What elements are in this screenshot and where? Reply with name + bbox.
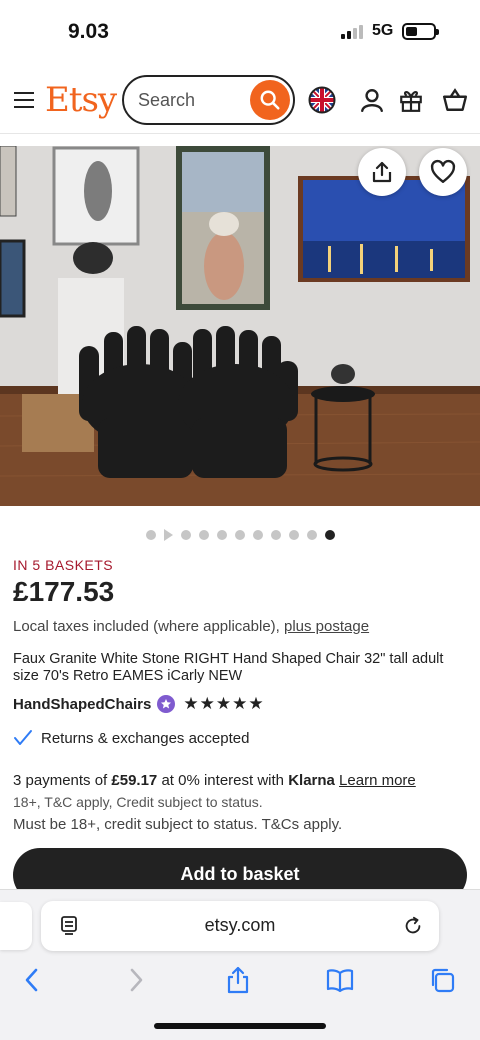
tabs-button[interactable]: [426, 964, 458, 996]
search-bar: [122, 75, 295, 125]
forward-button[interactable]: [120, 964, 152, 996]
url-text: etsy.com: [204, 915, 276, 935]
carousel-video-dot[interactable]: [163, 529, 173, 541]
carousel-dot[interactable]: [216, 530, 227, 540]
listing-title: Faux Granite White Stone RIGHT Hand Shap…: [13, 651, 444, 684]
back-button[interactable]: [16, 964, 48, 996]
bookmarks-button[interactable]: [324, 964, 356, 996]
favorite-button[interactable]: [419, 148, 467, 196]
product-image[interactable]: [0, 146, 480, 506]
safari-toolbar: etsy.com: [0, 889, 480, 1040]
book-icon: [326, 969, 354, 993]
share-button[interactable]: [358, 148, 406, 196]
status-bar: 9.03 5G: [0, 0, 480, 62]
search-icon: [260, 90, 280, 110]
region-button[interactable]: [308, 86, 336, 114]
klarna-amount: £59.17: [111, 772, 158, 789]
klarna-learn-more-link[interactable]: Learn more: [339, 772, 416, 789]
search-button[interactable]: [250, 80, 290, 120]
gift-button[interactable]: [397, 86, 425, 114]
rating-stars[interactable]: ★★★★★: [183, 694, 264, 714]
returns-text: Returns & exchanges accepted: [41, 729, 250, 747]
price: £177.53: [13, 576, 115, 607]
tabs-icon: [431, 968, 455, 993]
etsy-header: Etsy: [0, 62, 480, 134]
age-note: Must be 18+, credit subject to status. T…: [13, 816, 343, 833]
status-time: 9.03: [68, 20, 109, 43]
signal-icon: [341, 25, 365, 39]
gift-icon: [400, 91, 422, 112]
share-icon: [372, 161, 392, 183]
user-icon: [361, 89, 383, 113]
search-input[interactable]: [138, 87, 248, 113]
klarna-mid: at 0% interest with: [161, 772, 285, 789]
address-bar[interactable]: etsy.com: [41, 901, 439, 951]
carousel-dot[interactable]: [324, 530, 335, 540]
tax-note: Local taxes included (where applicable),…: [13, 618, 369, 635]
carousel-dot[interactable]: [180, 530, 191, 540]
klarna-prefix: 3 payments of: [13, 772, 108, 789]
postage-link[interactable]: plus postage: [284, 618, 369, 635]
star-seller-icon: [157, 695, 176, 713]
check-icon: [14, 730, 32, 745]
carousel-dots: [0, 529, 480, 541]
shop-info: HandShapedChairs ★★★★★: [13, 694, 265, 714]
share-icon: [227, 966, 249, 994]
shop-name-link[interactable]: HandShapedChairs: [13, 696, 151, 713]
klarna-terms: 18+, T&C apply, Credit subject to status…: [13, 794, 263, 810]
uk-flag-icon: [308, 86, 336, 114]
klarna-logo: Klarna: [288, 772, 335, 789]
carousel-dot[interactable]: [145, 530, 156, 540]
tax-text: Local taxes included (where applicable),: [13, 618, 280, 635]
previous-tab-preview[interactable]: [0, 902, 32, 950]
etsy-logo[interactable]: Etsy: [45, 80, 117, 120]
share-page-button[interactable]: [222, 964, 254, 996]
klarna-offer: 3 payments of £59.17 at 0% interest with…: [13, 772, 416, 789]
home-indicator: [154, 1023, 326, 1029]
battery-icon: [402, 23, 439, 40]
basket-button[interactable]: [441, 86, 469, 114]
menu-icon[interactable]: [14, 92, 34, 108]
carousel-dot[interactable]: [234, 530, 245, 540]
back-icon: [25, 968, 38, 992]
forward-icon: [130, 968, 143, 992]
carousel-dot[interactable]: [270, 530, 281, 540]
basket-icon: [442, 88, 468, 111]
carousel-dot[interactable]: [306, 530, 317, 540]
carousel-dot[interactable]: [198, 530, 209, 540]
returns-policy: Returns & exchanges accepted: [13, 729, 249, 747]
network-type: 5G: [372, 22, 394, 39]
account-button[interactable]: [358, 86, 386, 114]
basket-count: IN 5 BASKETS: [13, 557, 114, 573]
carousel-dot[interactable]: [288, 530, 299, 540]
product-photo: [0, 146, 480, 506]
carousel-dot[interactable]: [252, 530, 263, 540]
reload-icon[interactable]: [401, 914, 425, 938]
heart-icon: [430, 159, 456, 183]
